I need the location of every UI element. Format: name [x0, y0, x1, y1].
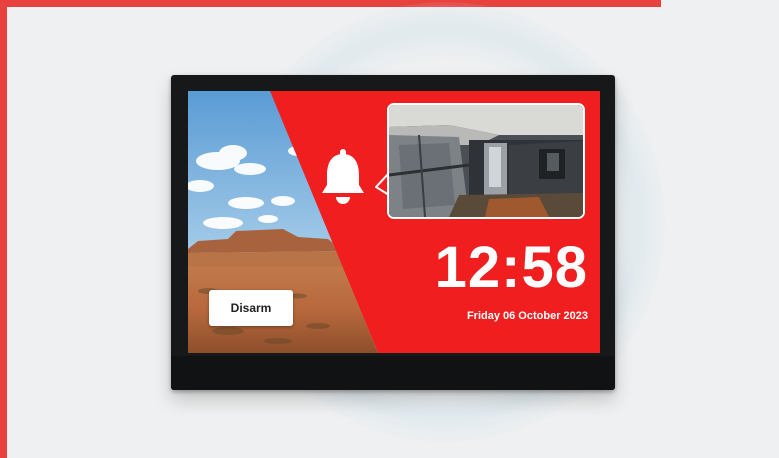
camera-feed-thumbnail[interactable] — [387, 103, 585, 219]
bell-icon — [322, 149, 364, 204]
clock-time: 12:58 — [434, 235, 588, 300]
accent-bar-top — [0, 0, 661, 7]
clock-date: Friday 06 October 2023 — [466, 310, 588, 322]
camera-feed-image — [389, 105, 583, 217]
wall-panel-device: 12:58 Friday 06 October 2023 Disarm — [171, 75, 615, 390]
disarm-button[interactable]: Disarm — [209, 290, 293, 326]
accent-bar-left — [0, 0, 7, 458]
panel-screen: 12:58 Friday 06 October 2023 Disarm — [188, 91, 600, 353]
device-bezel-bottom — [171, 356, 615, 390]
